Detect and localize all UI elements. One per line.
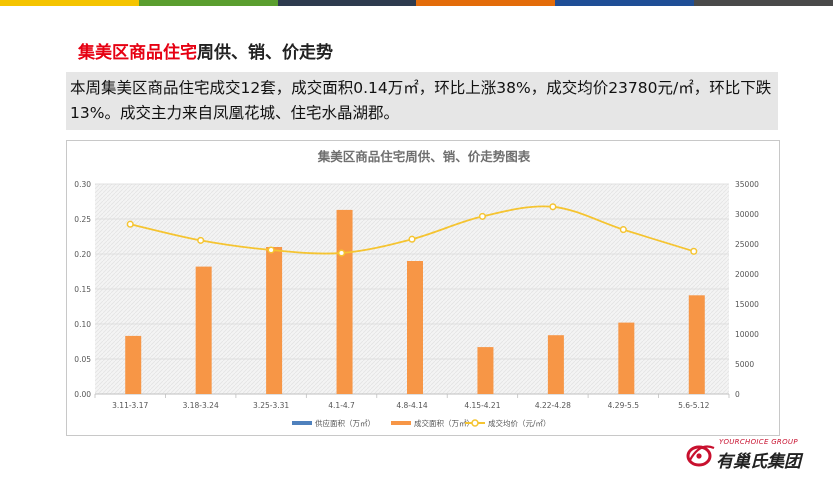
chart-legend: 供应面积（万㎡） 成交面积（万㎡） 成交均价（元/㎡）	[292, 418, 551, 428]
left-axis-ticks: 0.00 0.05 0.10 0.15 0.20 0.25 0.30	[74, 180, 91, 399]
x-tick-label: 4.1-4.7	[328, 401, 355, 410]
price-point	[690, 247, 698, 255]
price-point	[267, 246, 275, 254]
left-tick-label: 0.10	[74, 320, 91, 329]
top-bar-segment	[277, 0, 417, 6]
sold-area-bar	[407, 261, 423, 394]
x-tick-label: 4.22-4.28	[535, 401, 571, 410]
sold-area-bar	[336, 209, 353, 394]
price-point	[549, 203, 557, 211]
trend-chart: 集美区商品住宅周供、销、价走势图表 0.000.050.100.150.200.…	[74, 149, 759, 428]
legend-sold-swatch	[391, 421, 411, 425]
legend-supply-label: 供应面积（万㎡）	[315, 418, 375, 428]
x-axis-ticks: 3.11-3.17 3.18-3.24 3.25-3.31 4.1-4.7 4.8-4.…	[112, 401, 709, 410]
x-tick-label: 4.15-4.21	[464, 401, 500, 410]
top-color-bar	[0, 0, 833, 6]
sold-area-bar	[125, 335, 142, 394]
x-tick-label: 5.6-5.12	[678, 401, 710, 410]
x-tick-label: 4.8-4.14	[396, 401, 428, 410]
right-tick-label: 35000	[735, 180, 759, 189]
x-tick-label: 3.11-3.17	[112, 401, 148, 410]
sold-area-bar	[195, 266, 212, 394]
x-tick-label: 3.18-3.24	[183, 401, 219, 410]
sold-area-bar	[266, 247, 283, 394]
left-tick-label: 0.15	[74, 285, 91, 294]
right-tick-label: 10000	[735, 330, 759, 339]
price-point	[619, 226, 627, 234]
page-title-rest: 周供、销、价走势	[197, 43, 333, 63]
legend-supply-swatch	[292, 421, 312, 425]
top-bar-segment	[694, 0, 833, 6]
logo-chinese-name: 有巢氏集团	[716, 452, 801, 472]
right-tick-label: 15000	[735, 300, 759, 309]
right-tick-label: 30000	[735, 210, 759, 219]
sold-area-bar	[688, 295, 705, 394]
left-tick-label: 0.20	[74, 250, 91, 259]
right-tick-label: 25000	[735, 240, 759, 249]
price-point	[197, 236, 205, 244]
sold-area-bar	[618, 322, 635, 394]
right-tick-label: 0	[735, 390, 740, 399]
chart-title: 集美区商品住宅周供、销、价走势图表	[317, 149, 531, 164]
price-point	[338, 249, 346, 257]
left-tick-label: 0.00	[74, 390, 91, 399]
right-tick-label: 20000	[735, 270, 759, 279]
logo-dot-icon	[696, 453, 702, 459]
right-axis-ticks: 0 5000 10000 15000 20000 25000 30000 35000	[735, 180, 759, 399]
top-bar-segment	[0, 0, 139, 6]
page-title: 集美区商品住宅周供、销、价走势	[78, 38, 333, 63]
left-tick-label: 0.30	[74, 180, 91, 189]
logo-english-name: YOURCHOICE GROUP	[719, 438, 798, 446]
legend-price-label: 成交均价（元/㎡）	[488, 418, 551, 428]
sold-area-bar	[477, 347, 494, 394]
page-title-highlight: 集美区商品住宅	[78, 43, 197, 63]
left-tick-label: 0.25	[74, 215, 91, 224]
sold-area-bar	[547, 335, 564, 394]
summary-text: 本周集美区商品住宅成交12套，成交面积0.14万㎡，环比上涨38%，成交均价23…	[66, 72, 778, 130]
x-tick-label: 4.29-5.5	[608, 401, 640, 410]
price-point	[478, 212, 486, 220]
price-point	[126, 220, 134, 228]
legend-price-marker	[471, 419, 479, 427]
x-tick-label: 3.25-3.31	[253, 401, 289, 410]
chart-container: 集美区商品住宅周供、销、价走势图表 0.00 0.05 0.10 0.15 0.20 0.…	[66, 140, 780, 436]
left-tick-label: 0.05	[74, 355, 91, 364]
top-bar-segment	[138, 0, 278, 6]
right-tick-label: 5000	[735, 360, 754, 369]
top-bar-segment	[555, 0, 695, 6]
top-bar-segment	[416, 0, 556, 6]
price-point	[408, 235, 416, 243]
